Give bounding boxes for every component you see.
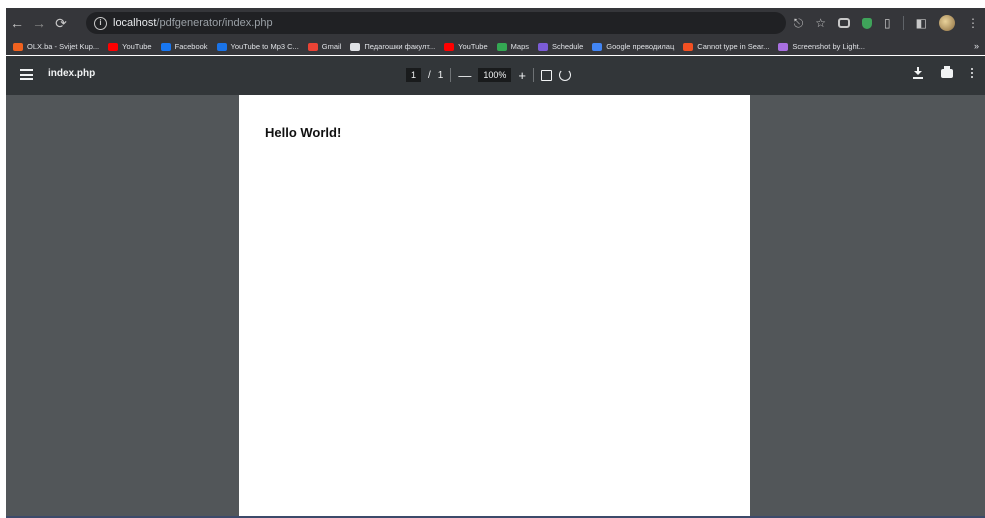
document-heading: Hello World! <box>265 125 342 140</box>
bookmark-label: Facebook <box>174 42 208 51</box>
pdf-toolbar: index.php 1 / 1 — 100% + <box>6 56 985 95</box>
pdf-actions <box>913 65 973 79</box>
page-controls: 1 / 1 — 100% + <box>406 65 571 85</box>
bookmark-label: Google преводилац <box>606 42 675 51</box>
address-bar[interactable]: i localhost/pdfgenerator/index.php <box>86 12 786 34</box>
zoom-in-button[interactable]: + <box>518 68 526 83</box>
zoom-level-input[interactable]: 100% <box>478 68 512 82</box>
bookmark-favicon-icon <box>683 42 694 51</box>
browser-toolbar: ← → ⟳ i localhost/pdfgenerator/index.php… <box>6 8 985 38</box>
bookmark-item[interactable]: Maps <box>496 42 529 51</box>
bookmark-favicon-icon <box>108 42 119 51</box>
bookmark-label: YouTube <box>122 42 152 51</box>
toolbar-actions: ⎋ ☆ ▯ ◧ ⋮ <box>794 8 985 38</box>
divider <box>532 68 534 82</box>
browser-menu-icon[interactable]: ⋮ <box>967 8 979 38</box>
bookmark-star-icon[interactable]: ☆ <box>815 8 826 38</box>
bookmark-favicon-icon <box>160 42 171 51</box>
puzzle-icon[interactable]: ▯ <box>884 8 891 38</box>
bookmark-label: Maps <box>510 42 529 51</box>
bookmark-label: YouTube to Mp3 C... <box>230 42 299 51</box>
toolbar-divider <box>902 16 904 30</box>
forward-button[interactable]: → <box>28 8 50 38</box>
reload-button[interactable]: ⟳ <box>50 8 72 38</box>
more-options-icon[interactable] <box>971 68 973 78</box>
bookmarks-overflow-button[interactable]: » <box>974 38 979 55</box>
bookmark-favicon-icon <box>350 42 361 51</box>
rotate-icon[interactable] <box>558 69 571 81</box>
bookmark-item[interactable]: Screenshot by Light... <box>778 42 865 51</box>
pdf-page: Hello World! <box>239 95 750 518</box>
bookmarks-bar: OLX.ba - Svijet Kup... YouTube Facebook You… <box>6 38 985 55</box>
bookmark-label: Screenshot by Light... <box>792 42 865 51</box>
bookmark-item[interactable]: Google преводилац <box>592 42 674 51</box>
shield-extension-icon[interactable] <box>862 17 873 29</box>
share-icon[interactable]: ⎋ <box>794 8 804 38</box>
bookmark-label: Gmail <box>321 42 342 51</box>
bookmark-favicon-icon <box>307 42 318 51</box>
bookmark-favicon-icon <box>538 42 548 51</box>
hamburger-menu-icon[interactable] <box>20 69 33 80</box>
bookmark-label: OLX.ba - Svijet Kup... <box>27 42 100 51</box>
bookmark-item[interactable]: Cannot type in Sear... <box>683 42 769 51</box>
profile-avatar[interactable] <box>939 15 955 31</box>
url-host: localhost <box>113 17 157 29</box>
site-info-icon[interactable]: i <box>94 16 107 30</box>
bookmark-item[interactable]: Gmail <box>307 42 342 51</box>
bookmark-item[interactable]: Педагошки факулт... <box>350 42 435 51</box>
bookmark-item[interactable]: OLX.ba - Svijet Kup... <box>13 42 99 51</box>
bookmark-label: YouTube <box>458 42 488 51</box>
bookmark-item[interactable]: YouTube to Mp3 C... <box>216 42 299 51</box>
browser-window: ← → ⟳ i localhost/pdfgenerator/index.php… <box>0 0 985 518</box>
total-pages: 1 <box>437 69 444 81</box>
file-title: index.php <box>48 68 96 79</box>
bookmark-item[interactable]: Schedule <box>538 42 583 51</box>
bookmark-favicon-icon <box>216 42 227 51</box>
bookmark-item[interactable]: YouTube <box>108 42 152 51</box>
bookmark-label: Schedule <box>552 42 584 51</box>
print-icon[interactable] <box>941 65 953 78</box>
divider <box>450 68 452 82</box>
bookmark-favicon-icon <box>496 42 507 51</box>
back-button[interactable]: ← <box>6 8 28 38</box>
page-number-input[interactable]: 1 <box>406 68 422 82</box>
bookmark-label: Cannot type in Sear... <box>697 42 770 51</box>
page-separator: / <box>428 69 431 81</box>
bookmark-item[interactable]: Facebook <box>160 42 208 51</box>
download-icon[interactable] <box>913 67 923 79</box>
bookmark-favicon-icon <box>592 42 603 51</box>
bookmark-favicon-icon <box>444 42 455 51</box>
bookmark-item[interactable]: YouTube <box>444 42 488 51</box>
side-panel-icon[interactable]: ◧ <box>916 8 927 38</box>
url-path: /pdfgenerator/index.php <box>156 17 273 29</box>
bookmark-label: Педагошки факулт... <box>364 42 436 51</box>
bookmark-favicon-icon <box>778 42 789 51</box>
zoom-out-button[interactable]: — <box>458 68 471 83</box>
bookmark-favicon-icon <box>13 42 23 51</box>
fit-to-page-icon[interactable] <box>540 69 552 81</box>
pdf-viewer-area[interactable]: Hello World! <box>6 95 985 518</box>
extension-icon[interactable] <box>838 18 851 28</box>
